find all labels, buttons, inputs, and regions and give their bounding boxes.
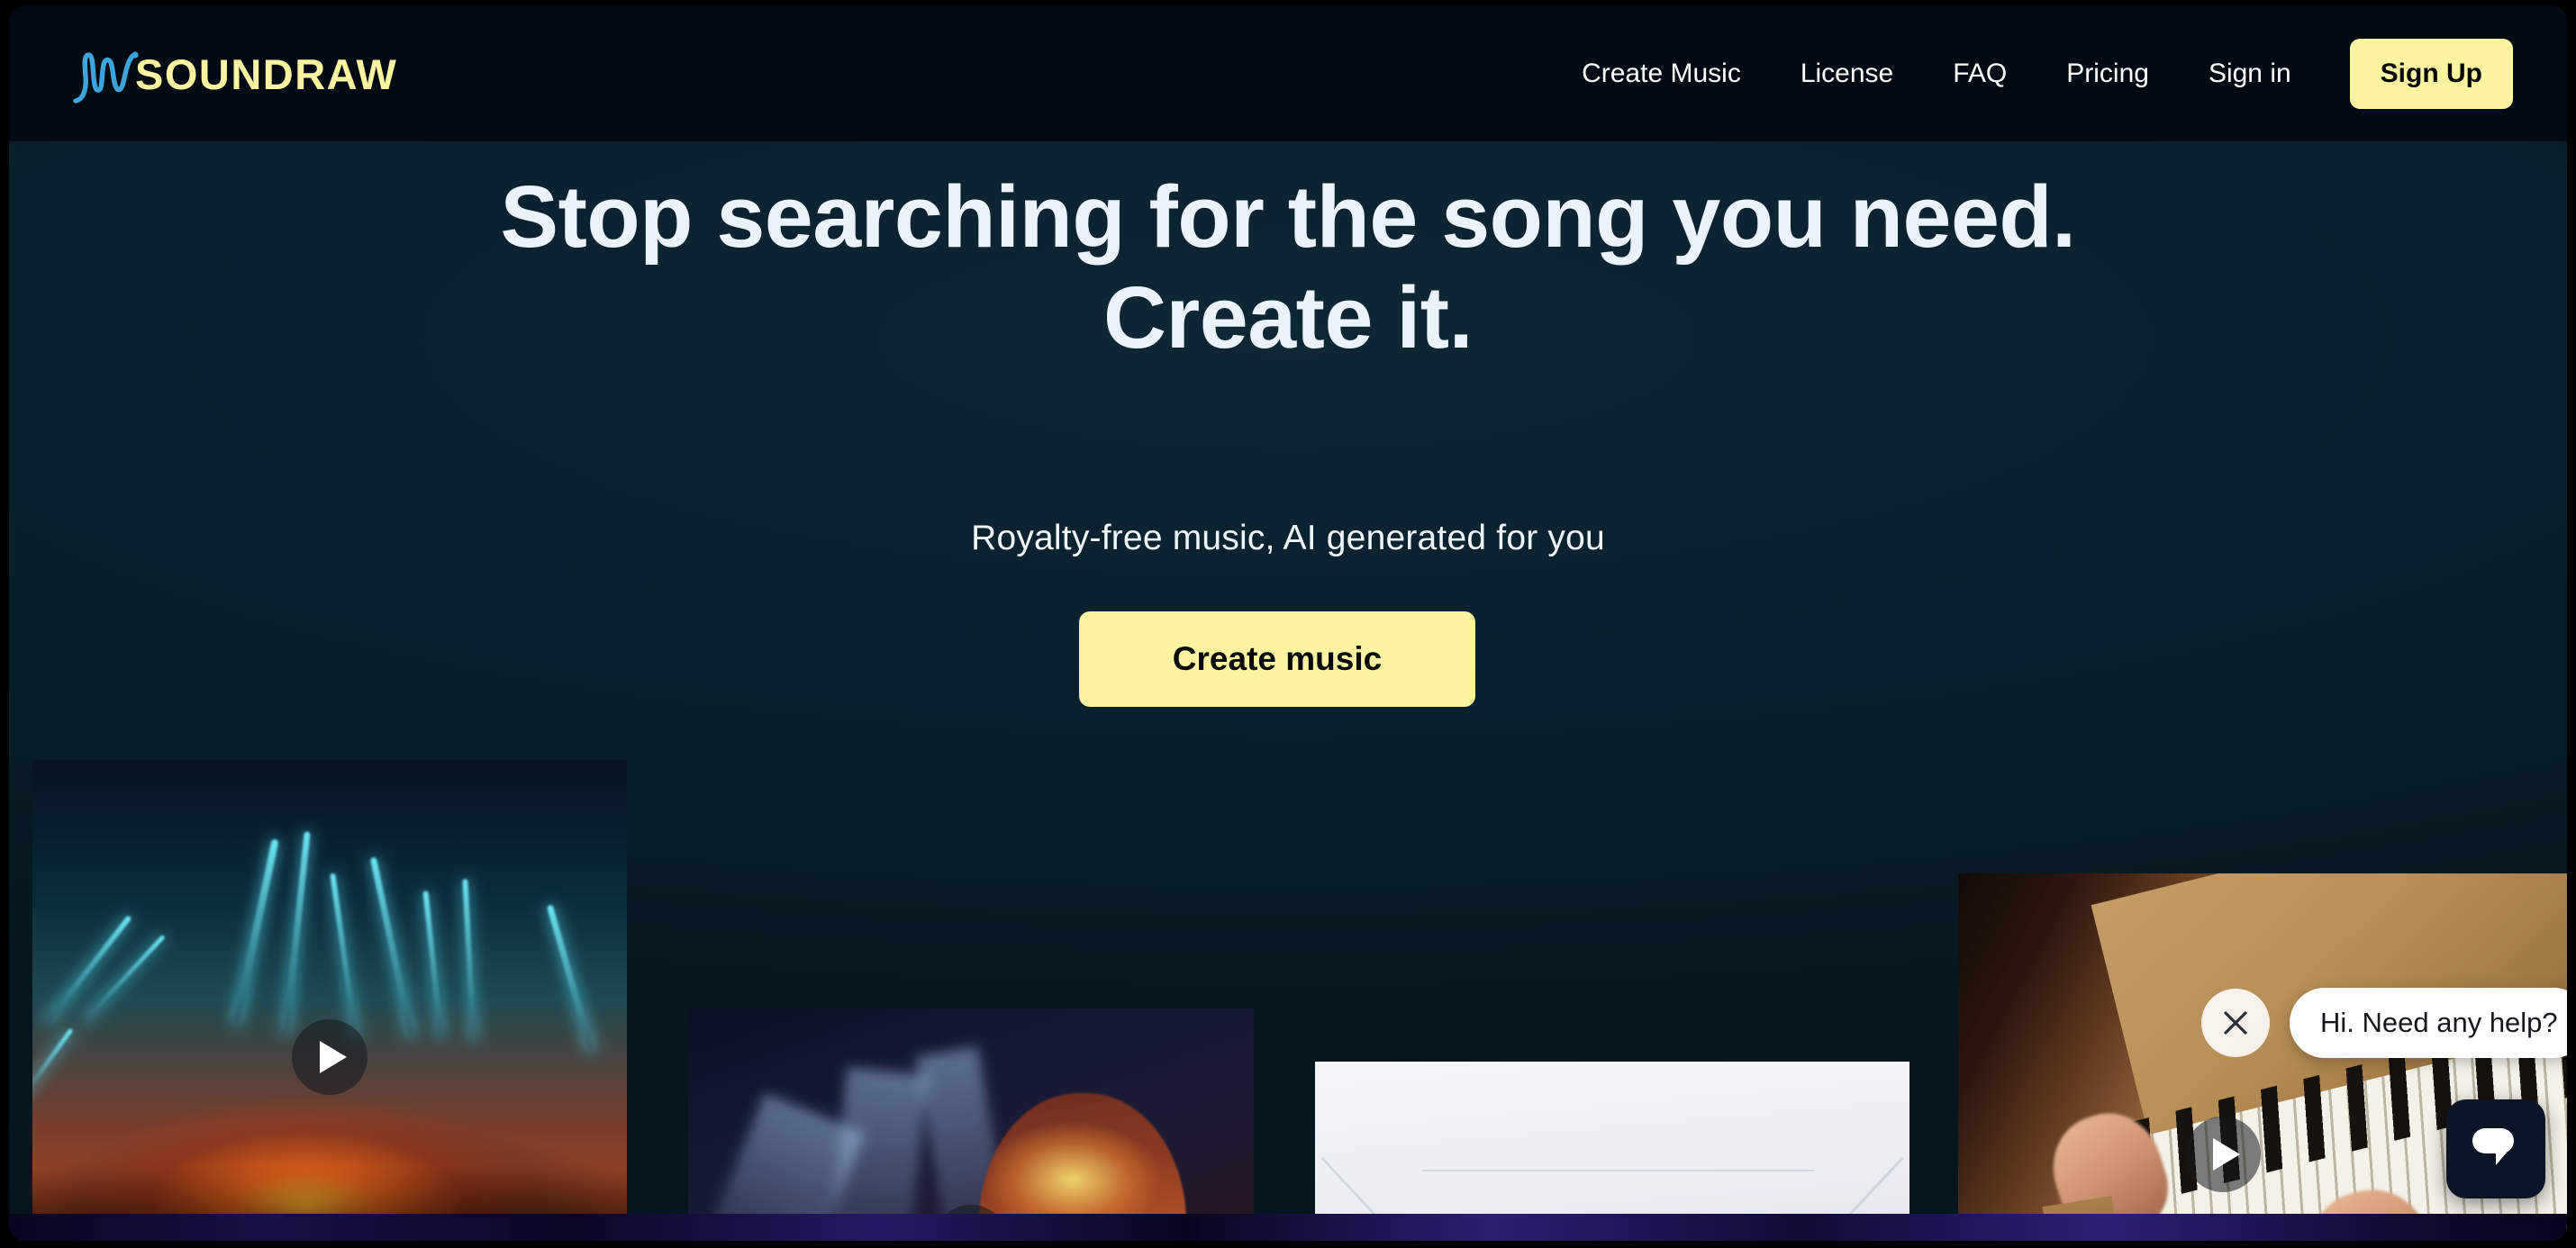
chat-greeting-text: Hi. Need any help? [2320, 1007, 2558, 1038]
message-bubble-icon [2472, 1128, 2514, 1165]
close-x-glyph [2224, 1011, 2247, 1035]
sign-up-button[interactable]: Sign Up [2349, 38, 2513, 109]
page-surface: SOUNDRAW Create Music License FAQ Pricin… [9, 5, 2567, 1241]
video-thumbnail-concert-lasers[interactable] [32, 760, 627, 1241]
video-artwork [32, 760, 627, 1241]
video-thumbnail-disco-ball[interactable] [688, 1008, 1254, 1241]
nav-faq[interactable]: FAQ [1923, 5, 2036, 141]
logo-wordmark: SOUNDRAW [135, 50, 398, 98]
play-icon[interactable] [292, 1019, 367, 1095]
play-icon[interactable] [2185, 1117, 2261, 1192]
nav-license[interactable]: License [1771, 5, 1923, 141]
site-header: SOUNDRAW Create Music License FAQ Pricin… [9, 5, 2567, 141]
hero-headline-line-1: Stop searching for the song you need. [500, 167, 2076, 266]
chat-launcher-button[interactable] [2446, 1099, 2545, 1198]
close-x-icon[interactable] [2201, 989, 2270, 1057]
browser-frame: SOUNDRAW Create Music License FAQ Pricin… [0, 0, 2576, 1248]
soundraw-logo[interactable]: SOUNDRAW [68, 46, 398, 104]
hero-headline: Stop searching for the song you need. Cr… [9, 167, 2567, 367]
next-section-peek [9, 1214, 2567, 1241]
nav-sign-in[interactable]: Sign in [2179, 5, 2321, 141]
nav-pricing[interactable]: Pricing [2036, 5, 2179, 141]
waveform-squiggle-icon [73, 51, 139, 104]
chat-greeting-bubble[interactable]: Hi. Need any help? [2290, 988, 2567, 1058]
nav-create-music[interactable]: Create Music [1552, 5, 1771, 141]
main-navigation: Create Music License FAQ Pricing Sign in… [1552, 5, 2513, 141]
hero-headline-line-2: Create it. [1102, 267, 1474, 366]
hero-subtitle: Royalty-free music, AI generated for you [971, 519, 1605, 557]
create-music-button[interactable]: Create music [1079, 611, 1475, 707]
hero-section: Stop searching for the song you need. Cr… [9, 141, 2567, 1241]
